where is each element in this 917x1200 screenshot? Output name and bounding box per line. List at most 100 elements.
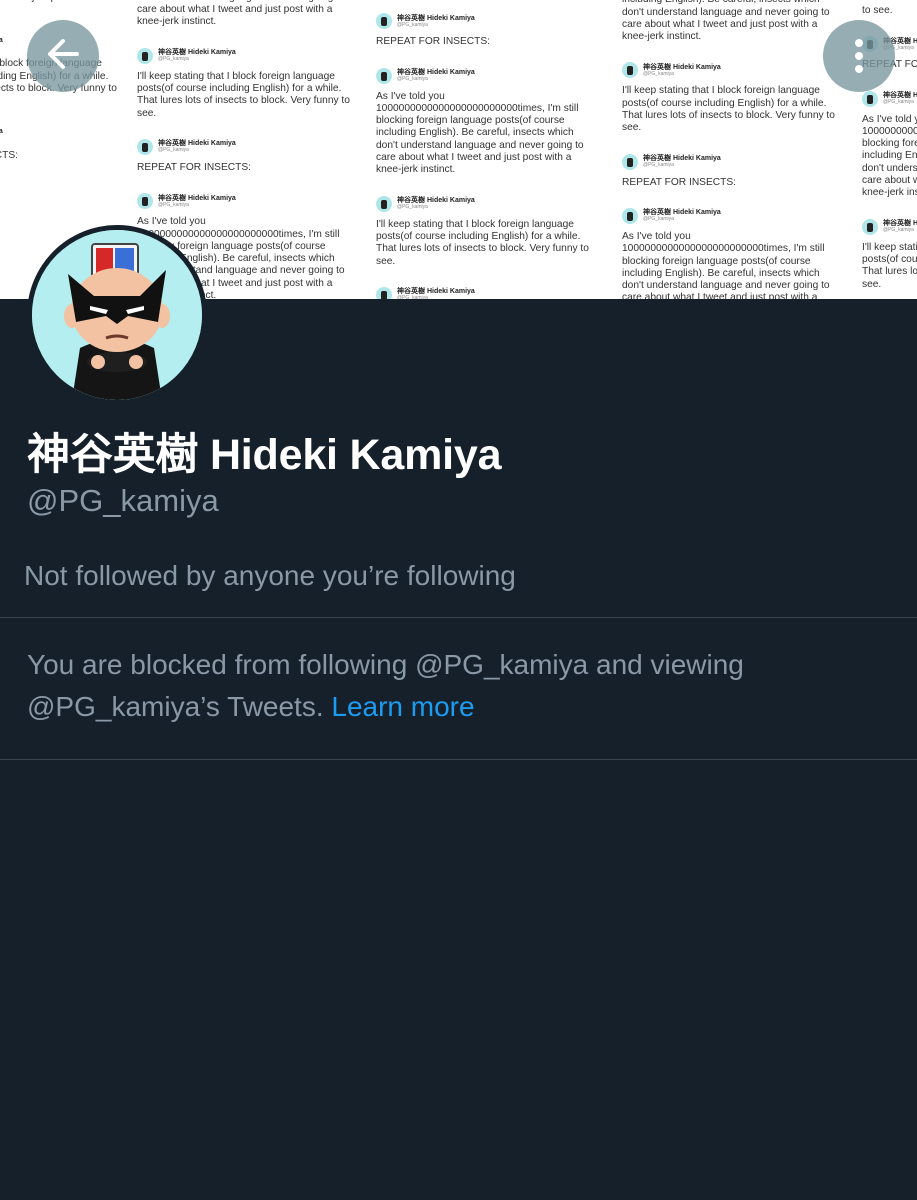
- blocked-notice: You are blocked from following @PG_kamiy…: [27, 644, 887, 728]
- banner-tweet: to see.: [862, 5, 917, 17]
- banner-column: to see.神谷英樹 Hideki Kamiya@PG_kamiyaREPEA…: [376, 0, 598, 299]
- banner-tweet-header: 神谷英樹 Hideki Kamiya@PG_kamiya: [862, 217, 917, 237]
- divider: [0, 617, 917, 618]
- more-options-button[interactable]: [823, 20, 895, 92]
- banner-tweet-text: still blocking foreign language posts(of…: [622, 0, 830, 43]
- banner-tweet-text: As I've told you 10000000000000000000000…: [376, 90, 584, 176]
- banner-tweet-avatar: [137, 193, 153, 210]
- banner-tweet-text: REPEAT FOR INSECTS:: [137, 161, 251, 173]
- banner-tweet-text: to see.: [862, 5, 893, 16]
- banner-tweet-avatar: [862, 90, 878, 107]
- banner-tweet-header: 神谷英樹 Hideki Kamiya@PG_kamiya: [0, 125, 126, 145]
- banner-tweet-handle: @PG_kamiya: [397, 21, 428, 28]
- display-name: 神谷英樹 Hideki Kamiya: [27, 431, 502, 479]
- banner-tweet-name: 神谷英樹 Hideki Kamiya: [643, 63, 721, 71]
- banner-tweet-header: 神谷英樹 Hideki Kamiya@PG_kamiya: [376, 285, 598, 299]
- banner-tweet-avatar: [376, 13, 392, 30]
- user-handle: @PG_kamiya: [27, 483, 219, 518]
- banner-tweet: still blocking foreign language posts(of…: [0, 0, 126, 16]
- banner-tweet: 神谷英樹 Hideki Kamiya@PG_kamiya As I've told…: [376, 66, 598, 177]
- banner-tweet-text: REPEAT FOR INSECTS:: [622, 176, 736, 188]
- banner-tweet-handle: @PG_kamiya: [158, 201, 189, 208]
- banner-tweet-avatar: [376, 195, 392, 212]
- banner-tweet-handle: @PG_kamiya: [643, 216, 674, 223]
- banner-tweet: 神谷英樹 Hideki Kamiya@PG_kamiya As I've told…: [622, 206, 844, 299]
- banner-tweet-handle: @PG_kamiya: [397, 204, 428, 211]
- banner-tweet-avatar: [376, 286, 392, 299]
- banner-tweet: 神谷英樹 Hideki Kamiya@PG_kamiya I'll keep st…: [862, 217, 917, 291]
- banner-tweet-handle: @PG_kamiya: [158, 56, 189, 63]
- banner-tweet: 神谷英樹 Hideki Kamiya@PG_kamiya REPEAT FOR I…: [137, 137, 359, 174]
- banner-tweet-header: 神谷英樹 Hideki Kamiya@PG_kamiya: [622, 206, 844, 226]
- banner-tweet: 神谷英樹 Hideki Kamiya@PG_kamiya I'll keep st…: [137, 46, 359, 120]
- banner-tweet-header: 神谷英樹 Hideki Kamiya@PG_kamiya: [137, 46, 359, 66]
- banner-tweet-name: 神谷英樹 Hideki Kamiya: [643, 155, 721, 163]
- banner-tweet-header: 神谷英樹 Hideki Kamiya@PG_kamiya: [622, 152, 844, 172]
- banner-tweet-header: 神谷英樹 Hideki Kamiya@PG_kamiya: [862, 89, 917, 109]
- divider: [0, 759, 917, 760]
- banner-tweet: 神谷英樹 Hideki Kamiya@PG_kamiya REPEAT FOR I…: [0, 125, 126, 162]
- banner-tweet-handle: @PG_kamiya: [883, 227, 914, 234]
- banner-tweet-name: 神谷英樹 Hideki Kamiya: [158, 49, 236, 57]
- banner-tweet-handle: @PG_kamiya: [0, 45, 3, 50]
- banner-tweet-avatar: [622, 207, 638, 224]
- banner-tweet-name: 神谷英樹 Hideki Kamiya: [397, 14, 475, 22]
- banner-tweet-header: 神谷英樹 Hideki Kamiya@PG_kamiya: [376, 11, 598, 31]
- banner-tweet-handle: @PG_kamiya: [397, 76, 428, 83]
- banner-tweet-handle: @PG_kamiya: [643, 70, 674, 77]
- banner-tweet-name: 神谷英樹 Hideki Kamiya: [0, 36, 3, 44]
- banner-tweet-text: REPEAT FOR INSECTS:: [0, 149, 18, 161]
- banner-tweet-text: As I've told you 10000000000000000000000…: [862, 113, 917, 199]
- banner-tweet-handle: @PG_kamiya: [0, 136, 3, 141]
- arrow-left-icon: [43, 34, 83, 79]
- banner-tweet-text: I'll keep stating that I block foreign l…: [137, 70, 350, 119]
- banner-column: still blocking foreign language posts(of…: [622, 0, 844, 299]
- banner-tweet-handle: @PG_kamiya: [397, 295, 428, 299]
- banner-tweet-header: 神谷英樹 Hideki Kamiya@PG_kamiya: [376, 194, 598, 214]
- banner-tweet-handle: @PG_kamiya: [643, 162, 674, 169]
- banner-tweet-name: 神谷英樹 Hideki Kamiya: [397, 288, 475, 296]
- banner-tweet-avatar: [622, 153, 638, 170]
- banner-tweet-avatar: [376, 67, 392, 84]
- banner-tweet-handle: @PG_kamiya: [158, 147, 189, 154]
- banner-tweet: still blocking foreign language posts(of…: [622, 0, 844, 43]
- back-button[interactable]: [27, 20, 99, 92]
- banner-tweet-name: 神谷英樹 Hideki Kamiya: [883, 220, 917, 228]
- banner-tweet-text: I'll keep stating that I block foreign l…: [622, 85, 835, 134]
- banner-tweet: 神谷英樹 Hideki Kamiya@PG_kamiya I'll keep st…: [622, 60, 844, 134]
- banner-tweet-name: 神谷英樹 Hideki Kamiya: [883, 92, 917, 100]
- banner-tweet-header: 神谷英樹 Hideki Kamiya@PG_kamiya: [376, 66, 598, 86]
- avatar[interactable]: [27, 225, 207, 405]
- banner-tweet-name: 神谷英樹 Hideki Kamiya: [643, 209, 721, 217]
- blocked-notice-text: @PG_kamiya’s Tweets.: [27, 691, 332, 722]
- banner-tweet-header: 神谷英樹 Hideki Kamiya@PG_kamiya: [137, 191, 359, 211]
- banner-tweet: 神谷英樹 Hideki Kamiya@PG_kamiya REPEAT FOR I…: [622, 152, 844, 189]
- banner-tweet-text: REPEAT FOR INSECTS:: [376, 36, 490, 48]
- banner-tweet-text: still blocking foreign language posts(of…: [0, 0, 126, 16]
- banner-tweet-avatar: [862, 218, 878, 235]
- avatar-image: [32, 230, 202, 400]
- banner-tweet-text: As I've told you 10000000000000000000000…: [622, 230, 830, 299]
- followers-you-know[interactable]: Not followed by anyone you’re following: [24, 560, 516, 592]
- learn-more-link[interactable]: Learn more: [331, 691, 474, 722]
- banner-tweet-text: I'll keep stating that I block foreign l…: [862, 241, 917, 290]
- profile-screen: still blocking foreign language posts(of…: [0, 0, 917, 1200]
- banner-tweet-text: 1000000000000000000000000times, I'm stil…: [137, 0, 345, 28]
- banner-tweet-header: 神谷英樹 Hideki Kamiya@PG_kamiya: [137, 137, 359, 157]
- banner-tweet: 神谷英樹 Hideki Kamiya@PG_kamiyaREPEAT FOR I…: [376, 285, 598, 299]
- banner-tweet: 神谷英樹 Hideki Kamiya@PG_kamiya As I've told…: [862, 89, 917, 200]
- banner-tweet: 1000000000000000000000000times, I'm stil…: [137, 0, 359, 29]
- banner-tweet-text: I'll keep stating that I block foreign l…: [376, 218, 589, 267]
- blocked-notice-line: You are blocked from following @PG_kamiy…: [27, 649, 744, 680]
- banner-tweet: 神谷英樹 Hideki Kamiya@PG_kamiya REPEAT FOR I…: [376, 11, 598, 48]
- banner-tweet-name: 神谷英樹 Hideki Kamiya: [158, 194, 236, 202]
- banner-tweet-avatar: [137, 138, 153, 155]
- blocked-notice-line: @PG_kamiya’s Tweets. Learn more: [27, 686, 887, 728]
- banner-tweet-header: 神谷英樹 Hideki Kamiya@PG_kamiya: [622, 60, 844, 80]
- banner-tweet: 神谷英樹 Hideki Kamiya@PG_kamiya I'll keep st…: [376, 194, 598, 268]
- banner-tweet-avatar: [622, 62, 638, 79]
- banner-tweet-name: 神谷英樹 Hideki Kamiya: [0, 128, 3, 136]
- banner-tweet-handle: @PG_kamiya: [883, 99, 914, 106]
- banner-tweet-name: 神谷英樹 Hideki Kamiya: [397, 69, 475, 77]
- banner-tweet-name: 神谷英樹 Hideki Kamiya: [158, 140, 236, 148]
